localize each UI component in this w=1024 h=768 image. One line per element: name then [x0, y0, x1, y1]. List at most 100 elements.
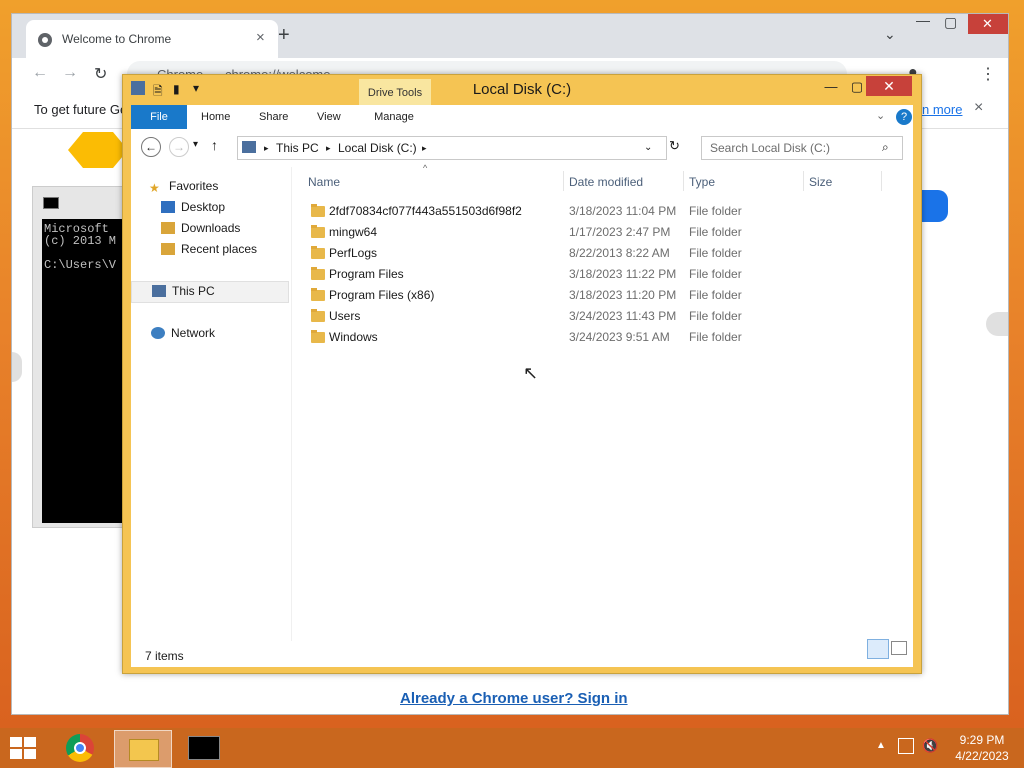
nav-desktop[interactable]: Desktop [161, 200, 225, 214]
search-icon: ⌕ [882, 140, 889, 154]
taskbar-chrome-button[interactable] [54, 730, 110, 766]
search-placeholder: Search Local Disk (C:) [710, 141, 831, 155]
file-explorer-window: 🗎 ▮ ▾ Drive Tools Local Disk (C:) — ▢ ✕ … [122, 74, 922, 674]
clock-date: 4/22/2023 [955, 749, 1009, 763]
taskbar-file-explorer-button[interactable] [114, 730, 172, 768]
back-arrow-icon[interactable]: ← [32, 64, 48, 82]
this-pc-icon [242, 141, 256, 153]
address-bar[interactable]: ▸ This PC ▸ Local Disk (C:) ▸ ⌄ [237, 136, 667, 160]
nav-recent-places[interactable]: Recent places [161, 242, 257, 256]
up-arrow-icon[interactable]: ↑ [211, 137, 218, 153]
forward-icon[interactable]: → [169, 137, 189, 157]
tab-welcome[interactable]: Welcome to Chrome × [26, 20, 278, 58]
breadcrumb-local-disk[interactable]: Local Disk (C:) [338, 141, 417, 155]
volume-muted-icon[interactable]: 🔇 [922, 738, 938, 754]
windows-start-icon[interactable] [10, 737, 36, 759]
chrome-maximize-button[interactable]: ▢ [944, 14, 957, 31]
file-explorer-icon [129, 739, 159, 761]
breadcrumb-this-pc[interactable]: This PC [276, 141, 319, 155]
tab-view[interactable]: View [317, 105, 341, 129]
decorative-blue-shape-icon [920, 190, 948, 222]
clock-time: 9:29 PM [959, 733, 1005, 747]
column-header-name[interactable]: Name [308, 175, 340, 189]
chrome-icon-center [74, 742, 86, 754]
chrome-close-button[interactable]: ✕ [968, 14, 1008, 34]
tab-title: Welcome to Chrome [62, 32, 172, 46]
folder-icon [311, 204, 325, 217]
decorative-grey-shape-icon [986, 312, 1008, 336]
explorer-body: ★ Favorites Desktop Downloads Recent plac… [131, 163, 913, 651]
chrome-minimize-button[interactable]: — [916, 12, 930, 28]
menu-kebab-icon[interactable]: ⋮ [980, 64, 996, 84]
recent-places-icon [161, 243, 175, 255]
folder-icon [311, 309, 325, 322]
table-row[interactable]: PerfLogs 8/22/2013 8:22 AM File folder [301, 243, 891, 264]
address-dropdown-icon[interactable]: ⌄ [644, 142, 652, 153]
table-row[interactable]: Program Files 3/18/2023 11:22 PM File fo… [301, 264, 891, 285]
sort-ascending-icon: ^ [423, 163, 428, 173]
reload-icon[interactable]: ↻ [94, 64, 107, 84]
folder-icon [311, 267, 325, 280]
recent-locations-icon[interactable]: ▾ [193, 139, 198, 150]
folder-icon [311, 225, 325, 238]
breadcrumb-separator-icon: ▸ [422, 143, 427, 153]
explorer-minimize-button[interactable]: — [817, 77, 845, 97]
table-row[interactable]: 2fdf70834cf077f443a551503d6f98f2 3/18/20… [301, 201, 891, 222]
tab-close-icon[interactable]: × [256, 29, 265, 46]
network-icon [151, 327, 165, 339]
tab-search-chevron-icon[interactable]: ⌄ [884, 26, 896, 43]
back-icon[interactable]: ← [141, 137, 161, 157]
file-list: ^ Name Date modified Type Size 2fdf70834… [301, 163, 913, 641]
mouse-cursor-icon: ↖ [523, 363, 539, 383]
column-header-size[interactable]: Size [809, 175, 832, 189]
status-bar: 7 items [131, 639, 913, 667]
breadcrumb-separator-icon: ▸ [326, 143, 331, 153]
explorer-close-button[interactable]: ✕ [866, 76, 912, 96]
cmd-icon [188, 736, 220, 760]
table-row[interactable]: mingw64 1/17/2023 2:47 PM File folder [301, 222, 891, 243]
table-row[interactable]: Users 3/24/2023 11:43 PM File folder [301, 306, 891, 327]
star-icon: ★ [149, 181, 160, 195]
taskbar-cmd-button[interactable] [176, 730, 232, 766]
nav-network[interactable]: Network [151, 326, 215, 340]
nav-downloads[interactable]: Downloads [161, 221, 240, 235]
nav-this-pc[interactable]: This PC [131, 281, 289, 303]
tab-share[interactable]: Share [259, 105, 288, 129]
ribbon-expand-chevron-icon[interactable]: ⌄ [876, 109, 885, 122]
new-tab-button[interactable]: + [278, 24, 290, 47]
cmd-icon [43, 197, 59, 209]
column-divider [683, 171, 684, 191]
infobar-learn-more-link[interactable]: n more [922, 102, 962, 117]
column-divider [881, 171, 882, 191]
decorative-grey-shape-left-icon [12, 352, 22, 382]
item-count: 7 items [145, 649, 184, 663]
table-row[interactable]: Program Files (x86) 3/18/2023 11:20 PM F… [301, 285, 891, 306]
column-header-type[interactable]: Type [689, 175, 715, 189]
large-icons-view-icon[interactable] [891, 641, 907, 655]
table-row[interactable]: Windows 3/24/2023 9:51 AM File folder [301, 327, 891, 348]
column-header-date[interactable]: Date modified [569, 175, 643, 189]
details-view-icon[interactable] [867, 639, 889, 659]
refresh-icon[interactable]: ↻ [669, 138, 680, 154]
computer-icon [152, 285, 166, 297]
explorer-titlebar: 🗎 ▮ ▾ Drive Tools Local Disk (C:) — ▢ ✕ [123, 75, 921, 105]
decorative-hexagon-icon [68, 132, 128, 168]
tab-file[interactable]: File [131, 105, 187, 129]
sign-in-link[interactable]: Already a Chrome user? Sign in [400, 690, 628, 707]
window-title: Local Disk (C:) [472, 81, 572, 98]
infobar-close-icon[interactable]: × [974, 99, 983, 117]
folder-icon [311, 246, 325, 259]
network-tray-icon[interactable] [898, 738, 914, 754]
nav-favorites[interactable]: ★ Favorites [149, 179, 218, 195]
address-bar-row: ← → ▾ ↑ ▸ This PC ▸ Local Disk (C:) ▸ ⌄ … [131, 129, 913, 167]
tab-home[interactable]: Home [201, 105, 230, 129]
tab-manage[interactable]: Manage [363, 105, 425, 129]
navigation-pane: ★ Favorites Desktop Downloads Recent plac… [131, 167, 292, 641]
forward-arrow-icon[interactable]: → [62, 64, 78, 82]
clock[interactable]: 9:29 PM 4/22/2023 [954, 732, 1010, 764]
search-input[interactable]: Search Local Disk (C:) ⌕ [701, 136, 903, 160]
chrome-favicon-icon [38, 33, 52, 47]
show-hidden-icons-icon[interactable]: ▲ [876, 740, 886, 751]
help-icon[interactable]: ? [896, 109, 912, 125]
downloads-icon [161, 222, 175, 234]
